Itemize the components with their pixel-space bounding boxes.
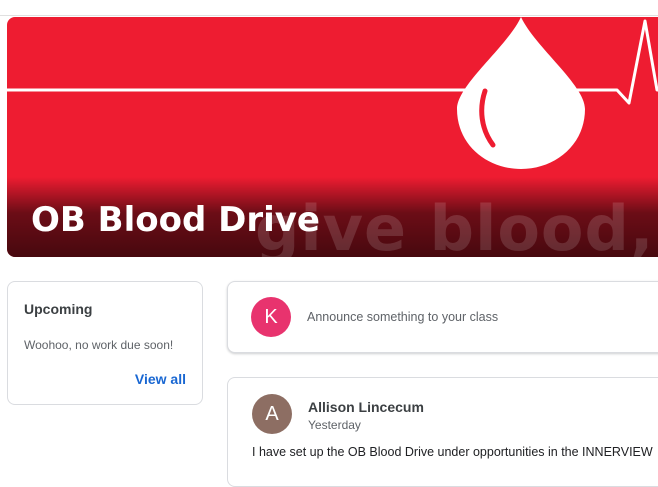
upcoming-note: Woohoo, no work due soon!: [24, 338, 174, 352]
post-author: Allison Lincecum: [308, 399, 424, 415]
class-title: OB Blood Drive: [31, 200, 320, 240]
post-body: I have set up the OB Blood Drive under o…: [252, 445, 653, 459]
post-timestamp: Yesterday: [308, 418, 361, 432]
avatar: A: [252, 394, 292, 434]
announce-prompt[interactable]: Announce something to your class: [307, 310, 498, 324]
view-all-link[interactable]: View all: [135, 371, 186, 387]
stream-post: A Allison Lincecum Yesterday I have set …: [227, 377, 658, 487]
avatar: K: [251, 297, 291, 337]
top-divider: [0, 15, 658, 16]
upcoming-card: Upcoming Woohoo, no work due soon! View …: [7, 281, 203, 405]
announce-box[interactable]: K Announce something to your class: [227, 281, 658, 353]
class-banner: give blood, give OB Blood Drive: [7, 17, 658, 257]
upcoming-heading: Upcoming: [24, 301, 93, 317]
